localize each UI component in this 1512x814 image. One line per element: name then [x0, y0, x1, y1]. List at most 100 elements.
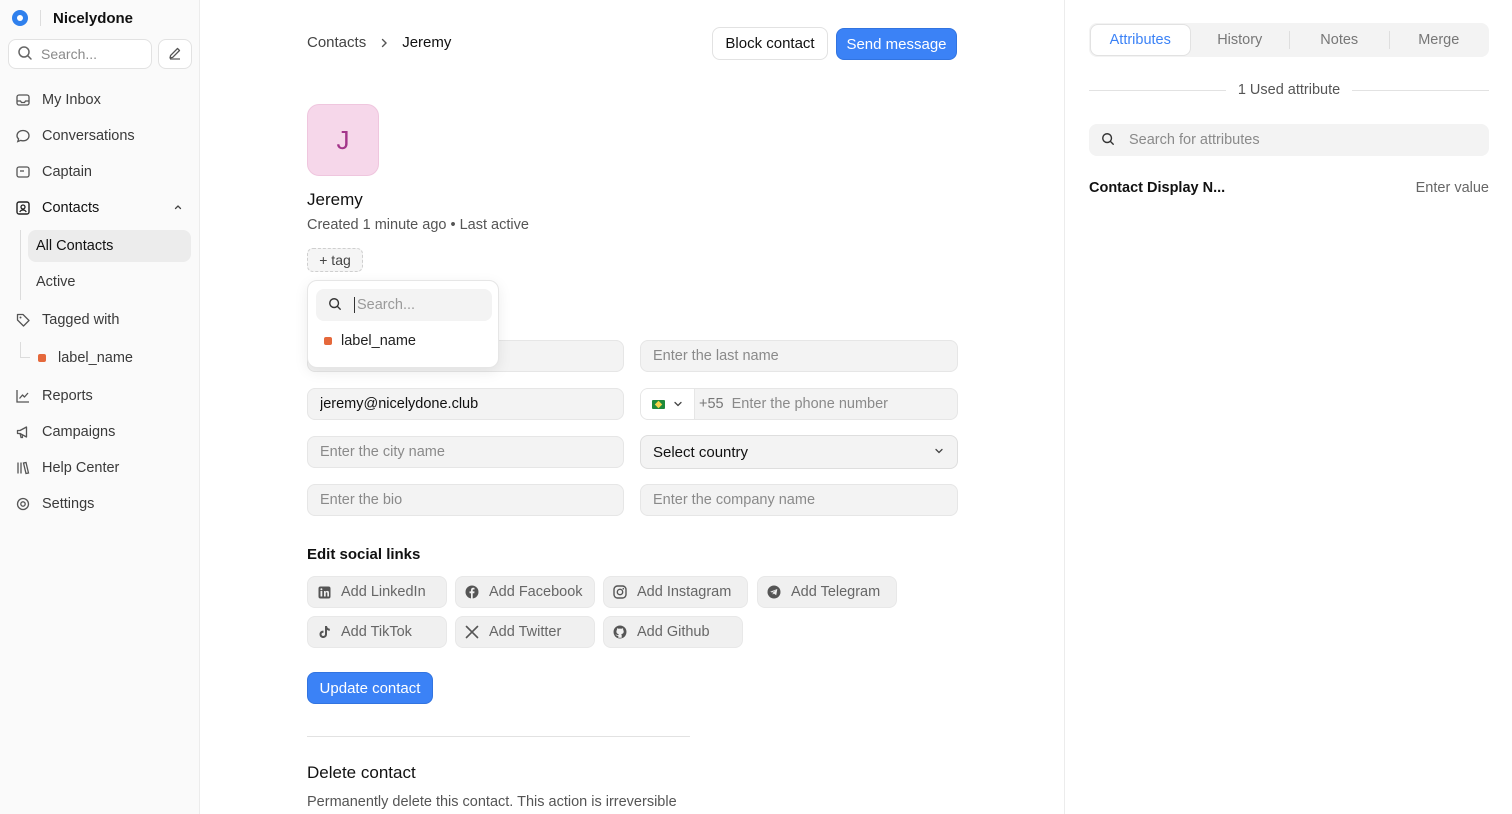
used-attributes-count: 1 Used attribute: [1237, 82, 1341, 98]
divider: [1352, 89, 1489, 91]
pencil-icon: [168, 46, 182, 63]
sidebar-item-label: Contacts: [42, 200, 100, 216]
breadcrumb-contacts-link[interactable]: Contacts: [307, 34, 366, 51]
contact-meta: Created 1 minute ago • Last active: [307, 217, 529, 233]
brand-name: Nicelydone: [53, 9, 134, 27]
sidebar-item-inbox[interactable]: My Inbox: [8, 84, 192, 116]
email-input[interactable]: [320, 396, 623, 412]
tag-option-label: label_name: [341, 333, 416, 349]
sidebar-item-label: Tagged with: [42, 312, 120, 328]
tag-search-input[interactable]: [354, 297, 474, 313]
attribute-row: Contact Display N... Enter value: [1089, 180, 1489, 196]
company-input[interactable]: [653, 492, 957, 508]
chevron-right-icon: [378, 37, 390, 49]
sidebar-item-label: Help Center: [42, 460, 120, 476]
chat-bubble-icon: [14, 127, 32, 145]
update-contact-button[interactable]: Update contact: [307, 672, 433, 704]
compose-button[interactable]: [158, 39, 192, 69]
megaphone-icon: [14, 423, 32, 441]
github-icon: [613, 625, 627, 639]
social-label: Add Instagram: [637, 584, 732, 600]
last-name-input[interactable]: [653, 348, 957, 364]
sidebar-item-contacts[interactable]: Contacts: [8, 192, 192, 224]
add-tiktok-button[interactable]: Add TikTok: [307, 616, 447, 648]
add-linkedin-button[interactable]: Add LinkedIn: [307, 576, 447, 608]
sidebar-item-help-center[interactable]: Help Center: [8, 452, 192, 484]
sidebar-search-input[interactable]: [41, 46, 141, 62]
divider: [307, 736, 690, 737]
add-facebook-button[interactable]: Add Facebook: [455, 576, 595, 608]
sidebar-item-tagged-with[interactable]: Tagged with: [8, 304, 192, 336]
chevron-down-icon: [933, 444, 945, 461]
phone-field[interactable]: +55: [640, 388, 958, 420]
add-telegram-button[interactable]: Add Telegram: [757, 576, 897, 608]
search-icon: [17, 45, 33, 64]
social-label: Add Github: [637, 624, 710, 640]
sidebar-item-label: My Inbox: [42, 92, 101, 108]
sidebar-item-label: All Contacts: [36, 238, 114, 254]
social-label: Add LinkedIn: [341, 584, 426, 600]
send-message-button[interactable]: Send message: [836, 28, 957, 60]
bio-input[interactable]: [320, 492, 623, 508]
tag-icon: [14, 311, 32, 329]
email-field[interactable]: [307, 388, 624, 420]
sidebar-item-label: Campaigns: [42, 424, 116, 440]
attribute-name: Contact Display N...: [1089, 180, 1226, 196]
delete-contact-title: Delete contact: [307, 763, 416, 782]
tag-search[interactable]: [316, 289, 492, 321]
sidebar-item-all-contacts[interactable]: All Contacts: [28, 230, 191, 262]
avatar[interactable]: J: [307, 104, 379, 176]
last-name-field[interactable]: [640, 340, 958, 372]
sidebar-search[interactable]: [8, 39, 152, 69]
brand-logo-icon: [12, 10, 28, 26]
sidebar-item-label: Settings: [42, 496, 95, 512]
attribute-search-input[interactable]: [1129, 132, 1459, 148]
sidebar-item-active[interactable]: Active: [28, 266, 191, 298]
sidebar-item-captain[interactable]: Captain: [8, 156, 192, 188]
breadcrumb: Contacts Jeremy: [307, 34, 451, 51]
tab-history[interactable]: History: [1191, 24, 1290, 56]
sidebar-item-reports[interactable]: Reports: [8, 380, 192, 412]
add-instagram-button[interactable]: Add Instagram: [603, 576, 748, 608]
sidebar-item-conversations[interactable]: Conversations: [8, 120, 192, 152]
label-color-dot: [38, 354, 46, 362]
tag-option[interactable]: label_name: [324, 333, 416, 349]
divider: [1089, 89, 1226, 91]
sidebar-item-settings[interactable]: Settings: [8, 488, 192, 520]
add-tag-button[interactable]: + tag: [307, 248, 363, 272]
phone-code: +55: [699, 396, 724, 412]
captain-icon: [14, 163, 32, 181]
search-icon: [328, 297, 342, 314]
attribute-search[interactable]: [1089, 124, 1489, 156]
city-field[interactable]: [307, 436, 624, 468]
tiktok-icon: [317, 625, 331, 639]
brand[interactable]: Nicelydone: [12, 8, 133, 28]
tree-line: [20, 230, 21, 300]
contact-name: Jeremy: [307, 190, 363, 209]
sidebar-item-label: Captain: [42, 164, 92, 180]
attribute-value[interactable]: Enter value: [1416, 180, 1489, 196]
sidebar-item-label: Active: [36, 274, 76, 290]
sidebar-item-label-name[interactable]: label_name: [30, 342, 193, 374]
add-github-button[interactable]: Add Github: [603, 616, 743, 648]
phone-input[interactable]: [731, 396, 932, 412]
tab-merge[interactable]: Merge: [1390, 24, 1489, 56]
tab-notes[interactable]: Notes: [1290, 24, 1389, 56]
add-twitter-button[interactable]: Add Twitter: [455, 616, 595, 648]
city-input[interactable]: [320, 444, 623, 460]
sidebar-item-label: Conversations: [42, 128, 135, 144]
main-content: Contacts Jeremy Block contact Send messa…: [201, 0, 1064, 814]
sidebar-item-campaigns[interactable]: Campaigns: [8, 416, 192, 448]
block-contact-button[interactable]: Block contact: [712, 27, 828, 60]
social-links-title: Edit social links: [307, 546, 421, 563]
tab-attributes[interactable]: Attributes: [1090, 24, 1191, 56]
company-field[interactable]: [640, 484, 958, 516]
inbox-icon: [14, 91, 32, 109]
tree-line: [20, 357, 30, 358]
country-code-select[interactable]: [641, 389, 695, 419]
bio-field[interactable]: [307, 484, 624, 516]
chevron-up-icon[interactable]: [172, 201, 184, 217]
label-color-dot: [324, 337, 332, 345]
tree-line: [20, 342, 21, 358]
country-select[interactable]: Select country: [640, 435, 958, 469]
